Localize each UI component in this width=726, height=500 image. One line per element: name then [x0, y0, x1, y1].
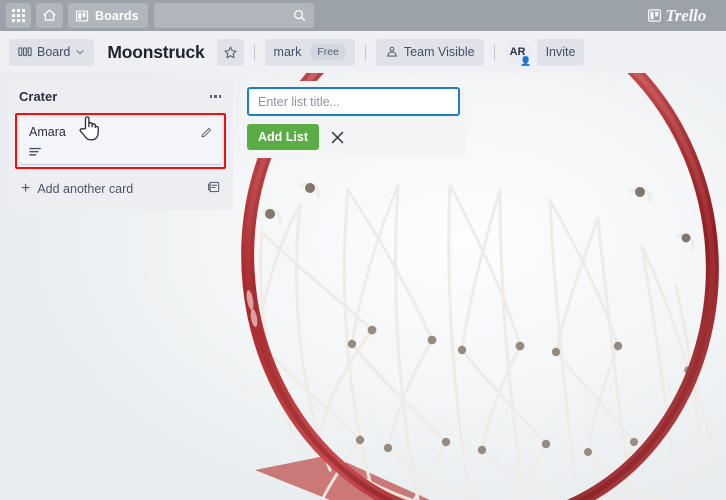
list-title-input[interactable] — [247, 87, 460, 116]
star-board-button[interactable] — [216, 38, 244, 66]
add-list-composer: Add List — [241, 81, 466, 158]
card-amara[interactable]: Amara — [20, 118, 221, 164]
card-template-icon[interactable] — [207, 180, 221, 199]
board-columns-icon — [18, 47, 32, 57]
card-description-icon — [29, 147, 41, 156]
board-view-label: Board — [37, 45, 71, 59]
star-outline-icon — [223, 45, 237, 58]
search-box[interactable] — [153, 3, 314, 28]
list-header: Crater — [15, 88, 226, 113]
composer-actions: Add List — [247, 124, 460, 150]
board-view-button[interactable]: Board — [9, 38, 95, 66]
page-title: Moonstruck — [107, 41, 205, 62]
plan-badge: Free — [310, 44, 346, 60]
invite-label: Invite — [545, 45, 576, 59]
boards-button[interactable]: Boards — [68, 3, 148, 28]
grid-apps-icon — [12, 9, 25, 22]
board-canvas: Crater Amara + Add another card Enter li… — [0, 73, 726, 500]
invite-button[interactable]: Invite — [536, 38, 585, 66]
board-header-bar: Board Moonstruck mark Free Team Visible — [0, 31, 726, 73]
trello-board-icon — [648, 9, 662, 22]
boards-button-label: Boards — [95, 8, 139, 23]
list-crater: Crater Amara + Add another card — [8, 81, 233, 210]
add-another-card-row[interactable]: + Add another card — [15, 171, 226, 206]
card-highlight-box: Amara — [15, 113, 226, 169]
apps-grid-button[interactable] — [6, 3, 31, 28]
list-menu-dots-icon[interactable] — [208, 91, 224, 102]
card-badges — [29, 147, 212, 158]
pencil-edit-icon[interactable] — [200, 126, 213, 144]
add-another-card-button[interactable]: + Add another card — [21, 181, 133, 197]
list-title[interactable]: Crater — [19, 89, 57, 104]
member-badge-icon: 👤 — [520, 56, 532, 66]
card-title: Amara — [29, 125, 66, 139]
team-visible-icon — [387, 46, 397, 57]
visibility-button[interactable]: Team Visible — [375, 38, 484, 66]
search-icon[interactable] — [292, 8, 307, 23]
chevron-down-icon — [76, 50, 84, 55]
trello-logo[interactable]: Trello — [647, 6, 706, 26]
global-top-bar: Boards Trello — [0, 0, 726, 31]
trello-wordmark: Trello — [665, 5, 706, 25]
trello-board-app: Boards Trello Board Moonstruck mark Free… — [0, 0, 726, 500]
workspace-name: mark — [273, 45, 302, 59]
avatar[interactable]: AR 👤 — [504, 39, 532, 66]
divider — [253, 43, 255, 61]
workspace-button[interactable]: mark Free — [264, 38, 355, 66]
add-another-card-label: Add another card — [37, 182, 134, 197]
close-x-icon[interactable] — [329, 129, 346, 146]
home-icon — [43, 9, 56, 21]
visibility-label: Team Visible — [403, 45, 475, 59]
add-list-button[interactable]: Add List — [247, 124, 319, 150]
divider — [493, 43, 495, 61]
home-button[interactable] — [36, 3, 63, 28]
divider — [364, 43, 366, 61]
board-icon — [75, 9, 89, 22]
plus-icon: + — [21, 180, 31, 198]
